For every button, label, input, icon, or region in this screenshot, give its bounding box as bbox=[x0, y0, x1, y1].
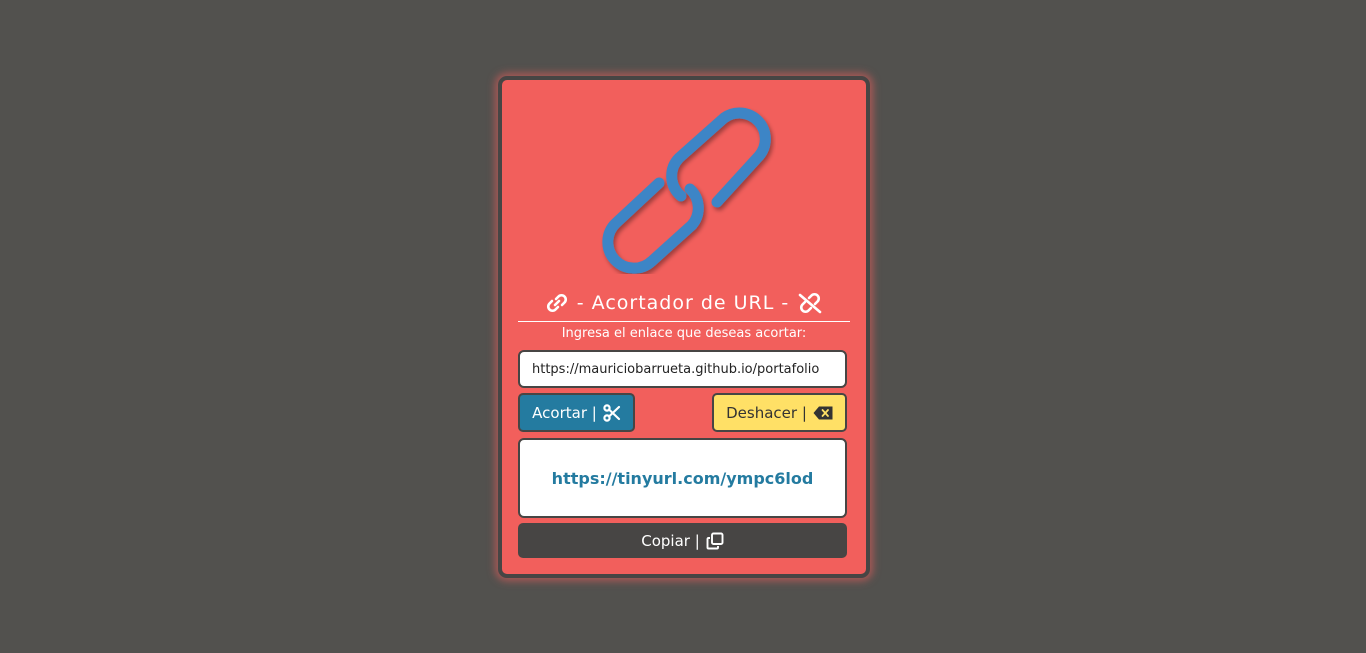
backspace-icon bbox=[813, 406, 833, 419]
undo-button[interactable]: Deshacer | bbox=[712, 393, 847, 432]
copy-icon bbox=[706, 532, 724, 549]
shorten-button[interactable]: Acortar | bbox=[518, 393, 635, 432]
undo-button-label: Deshacer | bbox=[726, 403, 807, 422]
link-icon bbox=[602, 107, 771, 274]
result-box: https://tinyurl.com/ympc6lod bbox=[518, 438, 847, 518]
copy-button[interactable]: Copiar | bbox=[518, 523, 847, 558]
short-url-link[interactable]: https://tinyurl.com/ympc6lod bbox=[552, 469, 814, 488]
link-icon bbox=[546, 293, 567, 312]
copy-button-label: Copiar | bbox=[641, 531, 700, 550]
scissors-icon bbox=[603, 403, 620, 422]
page-title: - Acortador de URL - bbox=[518, 284, 850, 322]
shortener-card: - Acortador de URL - Ingresa el enlace q… bbox=[498, 76, 870, 578]
instruction-label: Ingresa el enlace que deseas acortar: bbox=[561, 326, 807, 341]
title-text: - Acortador de URL - bbox=[576, 291, 790, 314]
unlink-icon bbox=[798, 292, 822, 313]
shorten-button-label: Acortar | bbox=[532, 403, 597, 422]
url-input[interactable] bbox=[518, 350, 847, 388]
